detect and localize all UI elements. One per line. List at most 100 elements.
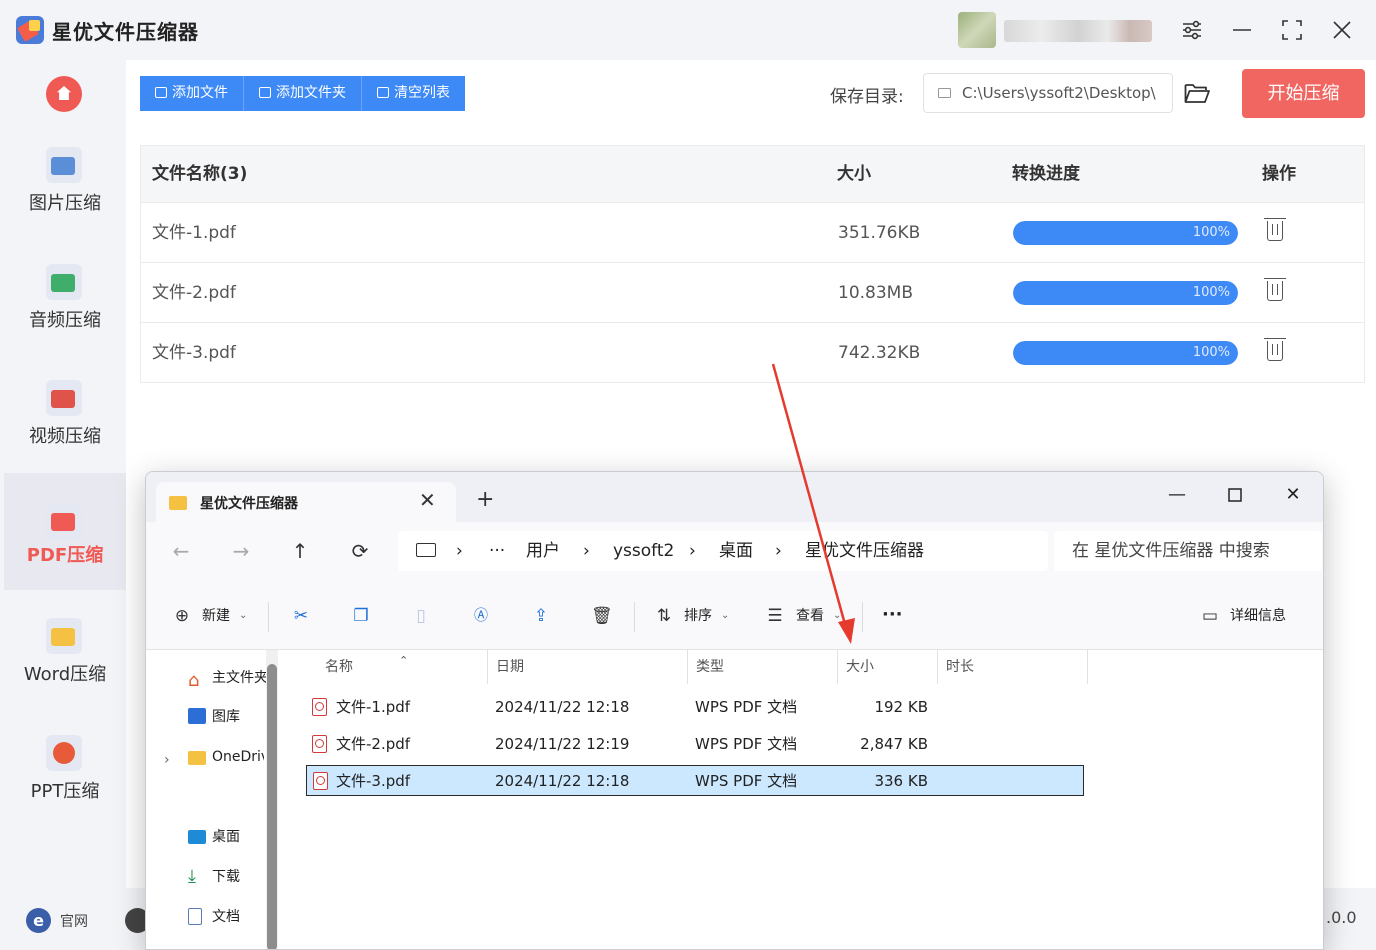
- settings-sliders-icon[interactable]: [1176, 14, 1208, 46]
- chevron-down-icon[interactable]: ⌄: [721, 606, 729, 626]
- breadcrumb-item[interactable]: yssoft2: [613, 531, 674, 571]
- more-options-icon[interactable]: ···: [882, 606, 903, 624]
- rename-icon[interactable]: Ⓐ: [471, 606, 491, 626]
- more-path-icon[interactable]: ···: [489, 531, 505, 571]
- chevron-right-icon: ›: [689, 541, 696, 561]
- file-name: 文件-2.pdf: [152, 283, 236, 303]
- delete-icon[interactable]: [1264, 218, 1286, 241]
- file-row-selected[interactable]: 文件-3.pdf 2024/11/22 12:18 WPS PDF 文档 336…: [306, 765, 1084, 796]
- file-name: 文件-1.pdf: [336, 698, 411, 716]
- view-list-icon[interactable]: ☰: [765, 606, 785, 626]
- nav-pane-item[interactable]: OneDrive: [212, 747, 264, 767]
- details-button[interactable]: 详细信息: [1230, 606, 1286, 626]
- folder-icon: [188, 751, 206, 765]
- file-type: WPS PDF 文档: [695, 735, 798, 753]
- sidebar-item-word[interactable]: Word压缩: [4, 588, 126, 705]
- file-date: 2024/11/22 12:18: [495, 772, 630, 790]
- close-tab-icon[interactable]: ✕: [419, 488, 436, 512]
- progress-label: 100%: [1192, 285, 1230, 300]
- home-button[interactable]: [46, 76, 82, 112]
- user-name[interactable]: ████████: [1004, 20, 1152, 42]
- pdf-file-icon: [312, 698, 327, 716]
- start-compress-button[interactable]: 开始压缩: [1242, 69, 1365, 118]
- user-avatar[interactable]: [958, 12, 996, 48]
- progress-label: 100%: [1192, 345, 1230, 360]
- address-bar[interactable]: › ··· 用户 › yssoft2 › 桌面 › 星优文件压缩器: [398, 531, 1048, 571]
- plus-circle-icon[interactable]: ⊕: [172, 606, 192, 626]
- chevron-right-icon[interactable]: ›: [164, 752, 184, 770]
- cut-icon[interactable]: ✂: [291, 606, 311, 626]
- col-header-date[interactable]: 日期: [496, 650, 524, 684]
- pdf-file-icon: [313, 772, 328, 790]
- paste-icon[interactable]: ▯: [411, 606, 431, 626]
- file-icon: [155, 87, 167, 98]
- sidebar-item-audio[interactable]: 音频压缩: [4, 234, 126, 351]
- breadcrumb-item[interactable]: 用户: [526, 531, 560, 571]
- home-icon: ⌂: [188, 670, 200, 691]
- forward-arrow-icon[interactable]: →: [228, 538, 254, 564]
- breadcrumb-item[interactable]: 星优文件压缩器: [805, 531, 924, 571]
- save-dir-input[interactable]: C:\Users\yssoft2\Desktop\: [923, 73, 1173, 113]
- back-arrow-icon[interactable]: ←: [168, 538, 194, 564]
- sidebar-item-ppt[interactable]: PPT压缩: [4, 705, 126, 822]
- website-link[interactable]: 官网: [60, 911, 88, 931]
- clear-list-label: 清空列表: [394, 85, 450, 101]
- file-row[interactable]: 文件-1.pdf 2024/11/22 12:18 WPS PDF 文档 192…: [306, 692, 1084, 723]
- share-icon[interactable]: ⇪: [531, 606, 551, 626]
- explorer-tab[interactable]: 星优文件压缩器 ✕: [156, 482, 456, 522]
- close-icon[interactable]: [1326, 14, 1358, 46]
- version-text: .0.0: [1326, 908, 1357, 927]
- close-icon[interactable]: ✕: [1278, 480, 1308, 510]
- col-header-size[interactable]: 大小: [846, 650, 874, 684]
- chevron-down-icon[interactable]: ⌄: [239, 606, 247, 626]
- sidebar-item-image[interactable]: 图片压缩: [4, 117, 126, 234]
- col-header-type[interactable]: 类型: [696, 650, 724, 684]
- maximize-icon[interactable]: [1276, 14, 1308, 46]
- add-folder-button[interactable]: 添加文件夹: [244, 76, 362, 111]
- clear-list-button[interactable]: 清空列表: [362, 76, 465, 111]
- minimize-icon[interactable]: [1226, 14, 1258, 46]
- file-explorer-window: 星优文件压缩器 ✕ + — ✕ ← → ↑ ⟳ › ··· 用户 › yssof…: [145, 471, 1324, 950]
- search-input[interactable]: 在 星优文件压缩器 中搜索: [1054, 531, 1322, 571]
- maximize-icon[interactable]: [1220, 480, 1250, 510]
- website-icon[interactable]: e: [26, 908, 51, 933]
- explorer-nav-bar: ← → ↑ ⟳ › ··· 用户 › yssoft2 › 桌面 › 星优文件压缩…: [146, 522, 1323, 582]
- new-tab-icon[interactable]: +: [476, 489, 494, 511]
- folder-icon: [259, 87, 271, 98]
- col-header-name[interactable]: 名称: [325, 650, 353, 684]
- file-name: 文件-2.pdf: [336, 735, 411, 753]
- file-size: 336 KB: [874, 772, 928, 790]
- desktop-icon: [188, 830, 206, 844]
- up-arrow-icon[interactable]: ↑: [287, 538, 313, 564]
- file-row[interactable]: 文件-2.pdf 2024/11/22 12:19 WPS PDF 文档 2,8…: [306, 729, 1084, 760]
- browse-folder-icon[interactable]: [1184, 82, 1210, 104]
- sidebar-item-pdf[interactable]: PDF压缩: [4, 473, 126, 590]
- delete-icon[interactable]: [1264, 338, 1286, 361]
- new-button[interactable]: 新建: [202, 606, 230, 626]
- gallery-icon: [188, 708, 206, 724]
- scrollbar-thumb[interactable]: [267, 664, 277, 949]
- sidebar-item-video[interactable]: 视频压缩: [4, 350, 126, 467]
- divider: [1087, 650, 1088, 684]
- refresh-icon[interactable]: ⟳: [347, 538, 373, 564]
- chevron-down-icon[interactable]: ⌄: [833, 606, 841, 626]
- breadcrumb-item[interactable]: 桌面: [719, 531, 753, 571]
- progress-label: 100%: [1192, 225, 1230, 240]
- view-button[interactable]: 查看: [796, 606, 824, 626]
- sort-button[interactable]: 排序: [684, 606, 712, 626]
- add-file-label: 添加文件: [172, 85, 228, 101]
- chevron-right-icon: ›: [456, 541, 463, 561]
- trash-icon[interactable]: 🗑: [591, 606, 613, 626]
- details-pane-icon[interactable]: ▭: [1200, 606, 1220, 626]
- delete-icon[interactable]: [1264, 278, 1286, 301]
- trash-icon: [377, 87, 389, 98]
- file-size: 742.32KB: [838, 343, 921, 363]
- copy-icon[interactable]: ❐: [351, 606, 371, 626]
- minimize-icon[interactable]: —: [1162, 480, 1192, 510]
- table-row: 文件-3.pdf 742.32KB 100%: [140, 323, 1365, 383]
- explorer-tab-bar: 星优文件压缩器 ✕ + — ✕: [146, 472, 1323, 522]
- sort-icon[interactable]: ⇅: [654, 606, 674, 626]
- add-file-button[interactable]: 添加文件: [140, 76, 244, 111]
- col-header-duration[interactable]: 时长: [946, 650, 974, 684]
- progress-bar: 100%: [1013, 221, 1238, 245]
